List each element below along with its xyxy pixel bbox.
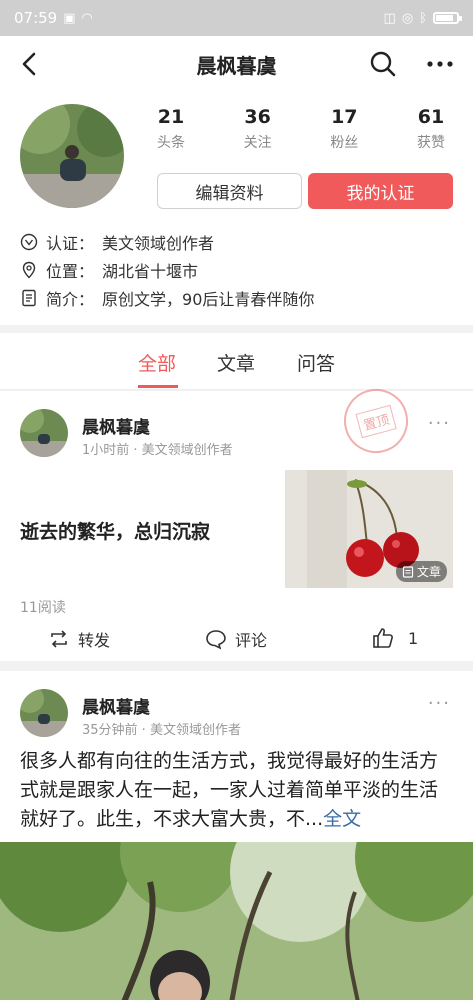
feed-card[interactable]: 晨枫暮虞 1小时前 · 美文领域创作者 置顶 ··· 逝去的繁华，总归沉寂 文章… bbox=[0, 381, 473, 661]
notification-icon: ▣ bbox=[63, 10, 76, 26]
back-arrow-icon[interactable] bbox=[16, 50, 44, 78]
stat-label: 关注 bbox=[243, 135, 272, 151]
cert-value: 美文领域创作者 bbox=[102, 234, 215, 253]
post-meta: 35分钟前 · 美文领域创作者 bbox=[82, 723, 241, 738]
my-certification-button[interactable]: 我的认证 bbox=[308, 173, 453, 209]
stat-number: 61 bbox=[417, 106, 445, 128]
vibrate-icon: ◫ bbox=[383, 10, 396, 26]
post-text[interactable]: 很多人都有向往的生活方式，我觉得最好的生活方式就是跟家人在一起，一家人过着简单平… bbox=[20, 747, 456, 834]
read-count: 11阅读 bbox=[20, 600, 66, 616]
pinned-stamp-text: 置顶 bbox=[355, 404, 397, 438]
stat-label: 粉丝 bbox=[330, 135, 359, 151]
article-tag-label: 文章 bbox=[416, 565, 441, 579]
post-more-icon[interactable]: ··· bbox=[428, 693, 451, 714]
content-tabs: 全部 文章 问答 bbox=[0, 333, 473, 390]
author-avatar[interactable] bbox=[20, 409, 68, 457]
location-pin-icon bbox=[22, 261, 36, 279]
more-options-icon[interactable] bbox=[425, 50, 455, 78]
stat-fans[interactable]: 17 粉丝 bbox=[309, 106, 379, 152]
post-body: 很多人都有向往的生活方式，我觉得最好的生活方式就是跟家人在一起，一家人过着简单平… bbox=[20, 750, 439, 830]
post-more-icon[interactable]: ··· bbox=[428, 413, 451, 434]
post-photo[interactable] bbox=[0, 842, 473, 1000]
repost-icon bbox=[51, 630, 67, 648]
search-icon[interactable] bbox=[369, 50, 397, 78]
stat-number: 36 bbox=[244, 106, 271, 128]
stat-following[interactable]: 36 关注 bbox=[223, 106, 293, 152]
location-value: 湖北省十堰市 bbox=[102, 262, 199, 281]
stat-headlines[interactable]: 21 头条 bbox=[136, 106, 206, 152]
stat-likes[interactable]: 61 获赞 bbox=[396, 106, 466, 152]
article-tag: 文章 bbox=[395, 561, 447, 582]
article-doc-icon bbox=[402, 565, 414, 578]
read-full-link[interactable]: 全文 bbox=[323, 808, 361, 830]
cert-key: 认证： bbox=[46, 234, 95, 253]
thumbs-up-icon bbox=[373, 628, 393, 648]
repost-button[interactable]: 转发 bbox=[48, 627, 110, 651]
tab-qa[interactable]: 问答 bbox=[297, 349, 335, 376]
pinned-stamp: 置顶 bbox=[336, 381, 416, 461]
status-time: 07:59 bbox=[14, 9, 58, 27]
article-title[interactable]: 逝去的繁华，总归沉寂 bbox=[20, 517, 210, 544]
bio-value: 原创文学，90后让青春伴随你 bbox=[102, 290, 315, 309]
stat-number: 21 bbox=[157, 106, 185, 128]
top-nav-bar: 晨枫暮虞 bbox=[0, 36, 473, 92]
stat-number: 17 bbox=[331, 106, 358, 128]
comment-label: 评论 bbox=[235, 631, 268, 650]
bio-row: 简介： 原创文学，90后让青春伴随你 bbox=[20, 286, 314, 310]
comment-button[interactable]: 评论 bbox=[205, 627, 267, 651]
wifi-icon: ◠ bbox=[81, 10, 93, 26]
tab-all[interactable]: 全部 bbox=[138, 349, 176, 376]
bluetooth-icon: ᛒ bbox=[419, 10, 427, 26]
battery-icon bbox=[433, 12, 462, 24]
edit-profile-button[interactable]: 编辑资料 bbox=[157, 173, 302, 209]
like-count: 1 bbox=[408, 628, 419, 648]
page-title: 晨枫暮虞 bbox=[196, 53, 277, 78]
author-avatar[interactable] bbox=[20, 689, 68, 737]
profile-avatar[interactable] bbox=[20, 104, 124, 208]
active-tab-indicator bbox=[138, 385, 178, 388]
feed-card[interactable]: 晨枫暮虞 35分钟前 · 美文领域创作者 ··· 很多人都有向往的生活方式，我觉… bbox=[0, 671, 473, 1000]
author-name[interactable]: 晨枫暮虞 bbox=[82, 693, 150, 718]
article-thumbnail[interactable]: 文章 bbox=[285, 470, 453, 588]
status-bar: 07:59 ▣ ◠ ◫ ◎ ᛒ bbox=[0, 0, 473, 36]
tab-articles[interactable]: 文章 bbox=[217, 349, 255, 376]
alarm-icon: ◎ bbox=[401, 10, 414, 26]
like-button[interactable]: 1 bbox=[372, 627, 418, 649]
author-name[interactable]: 晨枫暮虞 bbox=[82, 413, 150, 438]
repost-label: 转发 bbox=[78, 631, 111, 650]
post-meta: 1小时前 · 美文领域创作者 bbox=[82, 443, 233, 458]
verified-icon bbox=[20, 233, 38, 251]
comment-icon bbox=[206, 630, 226, 650]
stat-label: 头条 bbox=[157, 135, 185, 151]
stat-label: 获赞 bbox=[416, 135, 445, 151]
certification-row: 认证： 美文领域创作者 bbox=[20, 230, 214, 254]
location-row: 位置： 湖北省十堰市 bbox=[20, 258, 198, 282]
location-key: 位置： bbox=[46, 262, 95, 281]
post-actions: 转发 评论 1 bbox=[0, 623, 473, 657]
bio-key: 简介： bbox=[46, 290, 95, 309]
profile-header: 21 头条 36 关注 17 粉丝 61 获赞 编辑资料 我的认证 认证： 美文领… bbox=[0, 92, 473, 325]
document-icon bbox=[22, 289, 36, 307]
profile-stats: 21 头条 36 关注 17 粉丝 61 获赞 bbox=[136, 106, 466, 152]
